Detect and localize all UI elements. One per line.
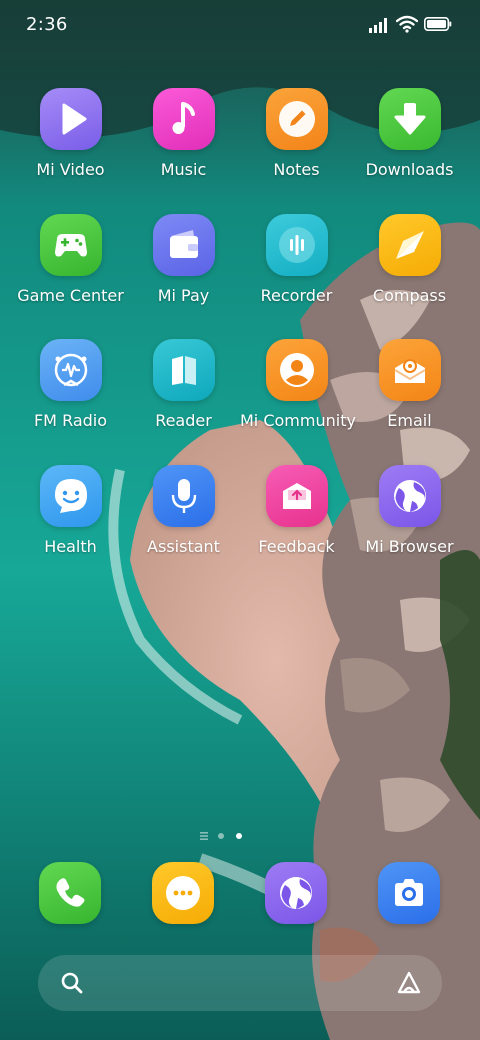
- page-dot-2-active: [236, 833, 242, 839]
- app-grid: Mi Video Music Notes Downloads Game Cent…: [0, 0, 480, 600]
- globe-icon[interactable]: [265, 862, 327, 924]
- app-fm-radio[interactable]: FM Radio: [14, 339, 127, 431]
- search-icon: [61, 972, 83, 994]
- app-reader[interactable]: Reader: [127, 339, 240, 431]
- wallet-icon: [152, 214, 215, 276]
- app-label: Compass: [372, 286, 447, 305]
- app-label: Recorder: [260, 286, 333, 305]
- gamepad-icon: [39, 214, 102, 276]
- pencil-icon: [265, 88, 328, 150]
- assistant-triangle-icon[interactable]: [396, 970, 422, 996]
- email-icon: [378, 339, 441, 401]
- app-label: Music: [160, 160, 207, 179]
- app-music[interactable]: Music: [127, 88, 240, 180]
- search-bar[interactable]: [38, 955, 442, 1011]
- app-mi-browser[interactable]: Mi Browser: [353, 465, 466, 557]
- app-label: Health: [44, 537, 97, 556]
- app-notes[interactable]: Notes: [240, 88, 353, 180]
- app-label: Game Center: [17, 286, 124, 305]
- app-recorder[interactable]: Recorder: [240, 214, 353, 306]
- app-label: Mi Browser: [365, 537, 454, 556]
- app-label: Mi Pay: [157, 286, 210, 305]
- music-note-icon: [152, 88, 215, 150]
- chat-dots-icon[interactable]: [152, 862, 214, 924]
- app-assistant[interactable]: Assistant: [127, 465, 240, 557]
- app-label: Email: [387, 411, 432, 430]
- app-label: Assistant: [147, 537, 220, 556]
- app-email[interactable]: Email: [353, 339, 466, 431]
- download-arrow-icon: [378, 88, 441, 150]
- app-label: Reader: [155, 411, 212, 430]
- smile-chat-icon: [39, 465, 102, 527]
- app-label: FM Radio: [33, 411, 108, 430]
- app-label: Feedback: [258, 537, 335, 556]
- feedback-inbox-icon: [265, 465, 328, 527]
- app-mi-video[interactable]: Mi Video: [14, 88, 127, 180]
- play-icon: [39, 88, 102, 150]
- app-label: Mi Community: [240, 411, 356, 430]
- app-mi-pay[interactable]: Mi Pay: [127, 214, 240, 306]
- app-downloads[interactable]: Downloads: [353, 88, 466, 180]
- app-label: Mi Video: [36, 160, 105, 179]
- page-indicator[interactable]: [198, 830, 248, 842]
- radio-icon: [39, 339, 102, 401]
- app-feedback[interactable]: Feedback: [240, 465, 353, 557]
- app-mi-community[interactable]: Mi Community: [240, 339, 356, 431]
- globe-icon: [378, 465, 441, 527]
- page-list-icon: [200, 832, 208, 840]
- app-label: Downloads: [365, 160, 454, 179]
- app-game-center[interactable]: Game Center: [14, 214, 127, 306]
- book-icon: [152, 339, 215, 401]
- app-label: Notes: [273, 160, 320, 179]
- compass-needle-icon: [378, 214, 441, 276]
- app-health[interactable]: Health: [14, 465, 127, 557]
- camera-icon[interactable]: [378, 862, 440, 924]
- waveform-icon: [265, 214, 328, 276]
- page-dot-1: [218, 833, 224, 839]
- dock: [0, 860, 480, 930]
- microphone-icon: [152, 465, 215, 527]
- community-user-icon: [265, 339, 328, 401]
- phone-icon[interactable]: [39, 862, 101, 924]
- app-compass[interactable]: Compass: [353, 214, 466, 306]
